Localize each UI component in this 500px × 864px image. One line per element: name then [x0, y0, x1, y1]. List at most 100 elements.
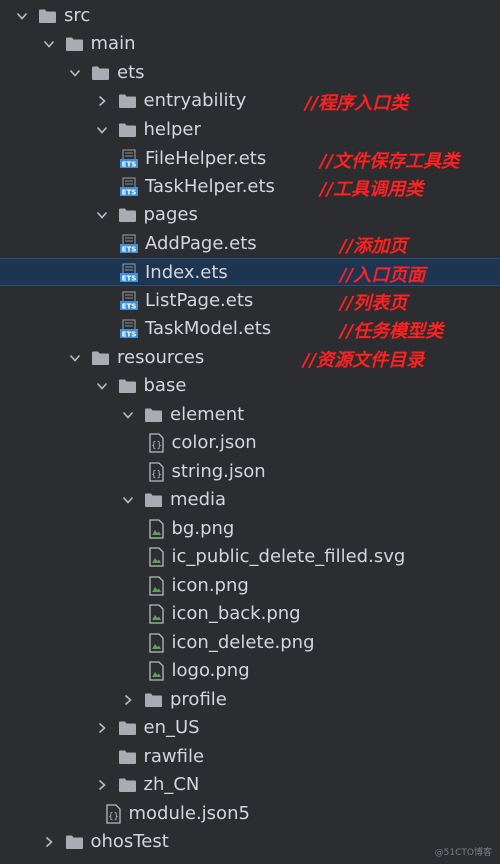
tree-row-ohostest[interactable]: ohosTest — [0, 828, 500, 856]
tree-item-label: string.json — [171, 461, 266, 482]
chevron-right-icon[interactable] — [120, 692, 136, 708]
tree-item-label: pages — [143, 204, 198, 225]
tree-row-delete-svg[interactable]: ic_public_delete_filled.svg — [0, 543, 500, 571]
tree-item-label: color.json — [171, 432, 257, 453]
annotation-entryability: //程序入口类 — [305, 93, 409, 114]
tree-item-label: TaskModel.ets — [145, 318, 272, 339]
chevron-down-icon[interactable] — [67, 350, 83, 366]
tree-row-resources[interactable]: resources //资源文件目录 — [0, 344, 500, 372]
tree-row-base[interactable]: base — [0, 372, 500, 400]
image-file-icon — [147, 604, 165, 624]
tree-row-main[interactable]: main — [0, 30, 500, 58]
chevron-right-icon[interactable] — [94, 93, 110, 109]
tree-row-module-json5[interactable]: module.json5 — [0, 800, 500, 828]
folder-icon — [118, 749, 137, 765]
tree-row-taskmodel[interactable]: TaskModel.ets //任务模型类 — [0, 315, 500, 343]
folder-icon — [144, 407, 163, 423]
folder-icon — [118, 720, 137, 736]
ets-file-icon — [120, 149, 138, 169]
tree-row-listpage[interactable]: ListPage.ets //列表页 — [0, 287, 500, 315]
tree-item-label: FileHelper.ets — [145, 148, 267, 169]
tree-item-label: zh_CN — [143, 774, 200, 795]
folder-icon — [65, 834, 84, 850]
chevron-down-icon[interactable] — [41, 36, 57, 52]
annotation-addpage: //添加页 — [340, 236, 408, 257]
image-file-icon — [147, 661, 165, 681]
tree-row-helper[interactable]: helper — [0, 116, 500, 144]
tree-item-label: en_US — [143, 717, 200, 738]
tree-item-label: bg.png — [171, 518, 235, 539]
tree-row-media[interactable]: media — [0, 486, 500, 514]
chevron-down-icon[interactable] — [67, 65, 83, 81]
tree-row-pages[interactable]: pages — [0, 201, 500, 229]
tree-item-label: resources — [117, 347, 205, 368]
tree-row-profile[interactable]: profile — [0, 686, 500, 714]
ets-file-icon — [120, 234, 138, 254]
tree-row-icon-png[interactable]: icon.png — [0, 572, 500, 600]
image-file-icon — [147, 547, 165, 567]
tree-item-label: helper — [143, 119, 201, 140]
tree-item-label: base — [143, 375, 187, 396]
tree-row-logo-png[interactable]: logo.png — [0, 657, 500, 685]
folder-icon — [118, 378, 137, 394]
folder-icon — [38, 8, 57, 24]
annotation-index: //入口页面 — [340, 265, 426, 286]
ets-file-icon — [120, 291, 138, 311]
tree-row-entryability[interactable]: entryability //程序入口类 — [0, 87, 500, 115]
chevron-down-icon[interactable] — [94, 122, 110, 138]
ets-file-icon — [120, 263, 138, 283]
annotation-filehelper: //文件保存工具类 — [320, 151, 460, 172]
image-file-icon — [147, 519, 165, 539]
folder-icon — [118, 122, 137, 138]
tree-row-rawfile[interactable]: rawfile — [0, 743, 500, 771]
ets-file-icon — [120, 177, 138, 197]
tree-item-label: ListPage.ets — [145, 290, 254, 311]
folder-icon — [118, 777, 137, 793]
tree-row-en-us[interactable]: en_US — [0, 714, 500, 742]
tree-row-src[interactable]: src — [0, 2, 500, 30]
folder-icon — [118, 207, 137, 223]
annotation-taskhelper: //工具调用类 — [320, 179, 424, 200]
annotation-taskmodel: //任务模型类 — [340, 321, 444, 342]
annotation-listpage: //列表页 — [340, 293, 408, 314]
tree-item-label: icon_delete.png — [171, 632, 315, 653]
chevron-right-icon[interactable] — [94, 777, 110, 793]
chevron-down-icon[interactable] — [120, 492, 136, 508]
chevron-down-icon[interactable] — [94, 207, 110, 223]
chevron-down-icon[interactable] — [14, 8, 30, 24]
tree-row-index[interactable]: Index.ets //入口页面 — [0, 258, 500, 286]
tree-item-label: src — [64, 5, 91, 26]
tree-row-element[interactable]: element — [0, 401, 500, 429]
tree-item-label: rawfile — [143, 746, 205, 767]
chevron-right-icon[interactable] — [41, 834, 57, 850]
folder-icon — [65, 36, 84, 52]
tree-item-label: logo.png — [171, 660, 250, 681]
tree-item-label: ic_public_delete_filled.svg — [171, 546, 406, 567]
tree-item-label: entryability — [143, 90, 247, 111]
tree-row-icon-delete-png[interactable]: icon_delete.png — [0, 629, 500, 657]
tree-row-bg-png[interactable]: bg.png — [0, 515, 500, 543]
tree-row-icon-back-png[interactable]: icon_back.png — [0, 600, 500, 628]
tree-row-taskhelper[interactable]: TaskHelper.ets //工具调用类 — [0, 173, 500, 201]
tree-item-label: AddPage.ets — [145, 233, 257, 254]
image-file-icon — [147, 633, 165, 653]
tree-row-ets[interactable]: ets — [0, 59, 500, 87]
tree-item-label: icon.png — [171, 575, 249, 596]
chevron-down-icon[interactable] — [120, 407, 136, 423]
tree-item-label: icon_back.png — [171, 603, 301, 624]
tree-row-string-json[interactable]: string.json — [0, 458, 500, 486]
image-file-icon — [147, 576, 165, 596]
tree-row-zh-cn[interactable]: zh_CN — [0, 771, 500, 799]
folder-icon — [91, 65, 110, 81]
json-file-icon — [147, 433, 165, 453]
tree-row-color-json[interactable]: color.json — [0, 429, 500, 457]
tree-item-label: element — [170, 404, 245, 425]
tree-row-filehelper[interactable]: FileHelper.ets //文件保存工具类 — [0, 145, 500, 173]
chevron-right-icon[interactable] — [94, 720, 110, 736]
tree-row-addpage[interactable]: AddPage.ets //添加页 — [0, 230, 500, 258]
folder-icon — [144, 692, 163, 708]
chevron-down-icon[interactable] — [94, 378, 110, 394]
tree-item-label: TaskHelper.ets — [145, 176, 275, 197]
folder-icon — [91, 350, 110, 366]
tree-item-label: Index.ets — [145, 262, 228, 283]
